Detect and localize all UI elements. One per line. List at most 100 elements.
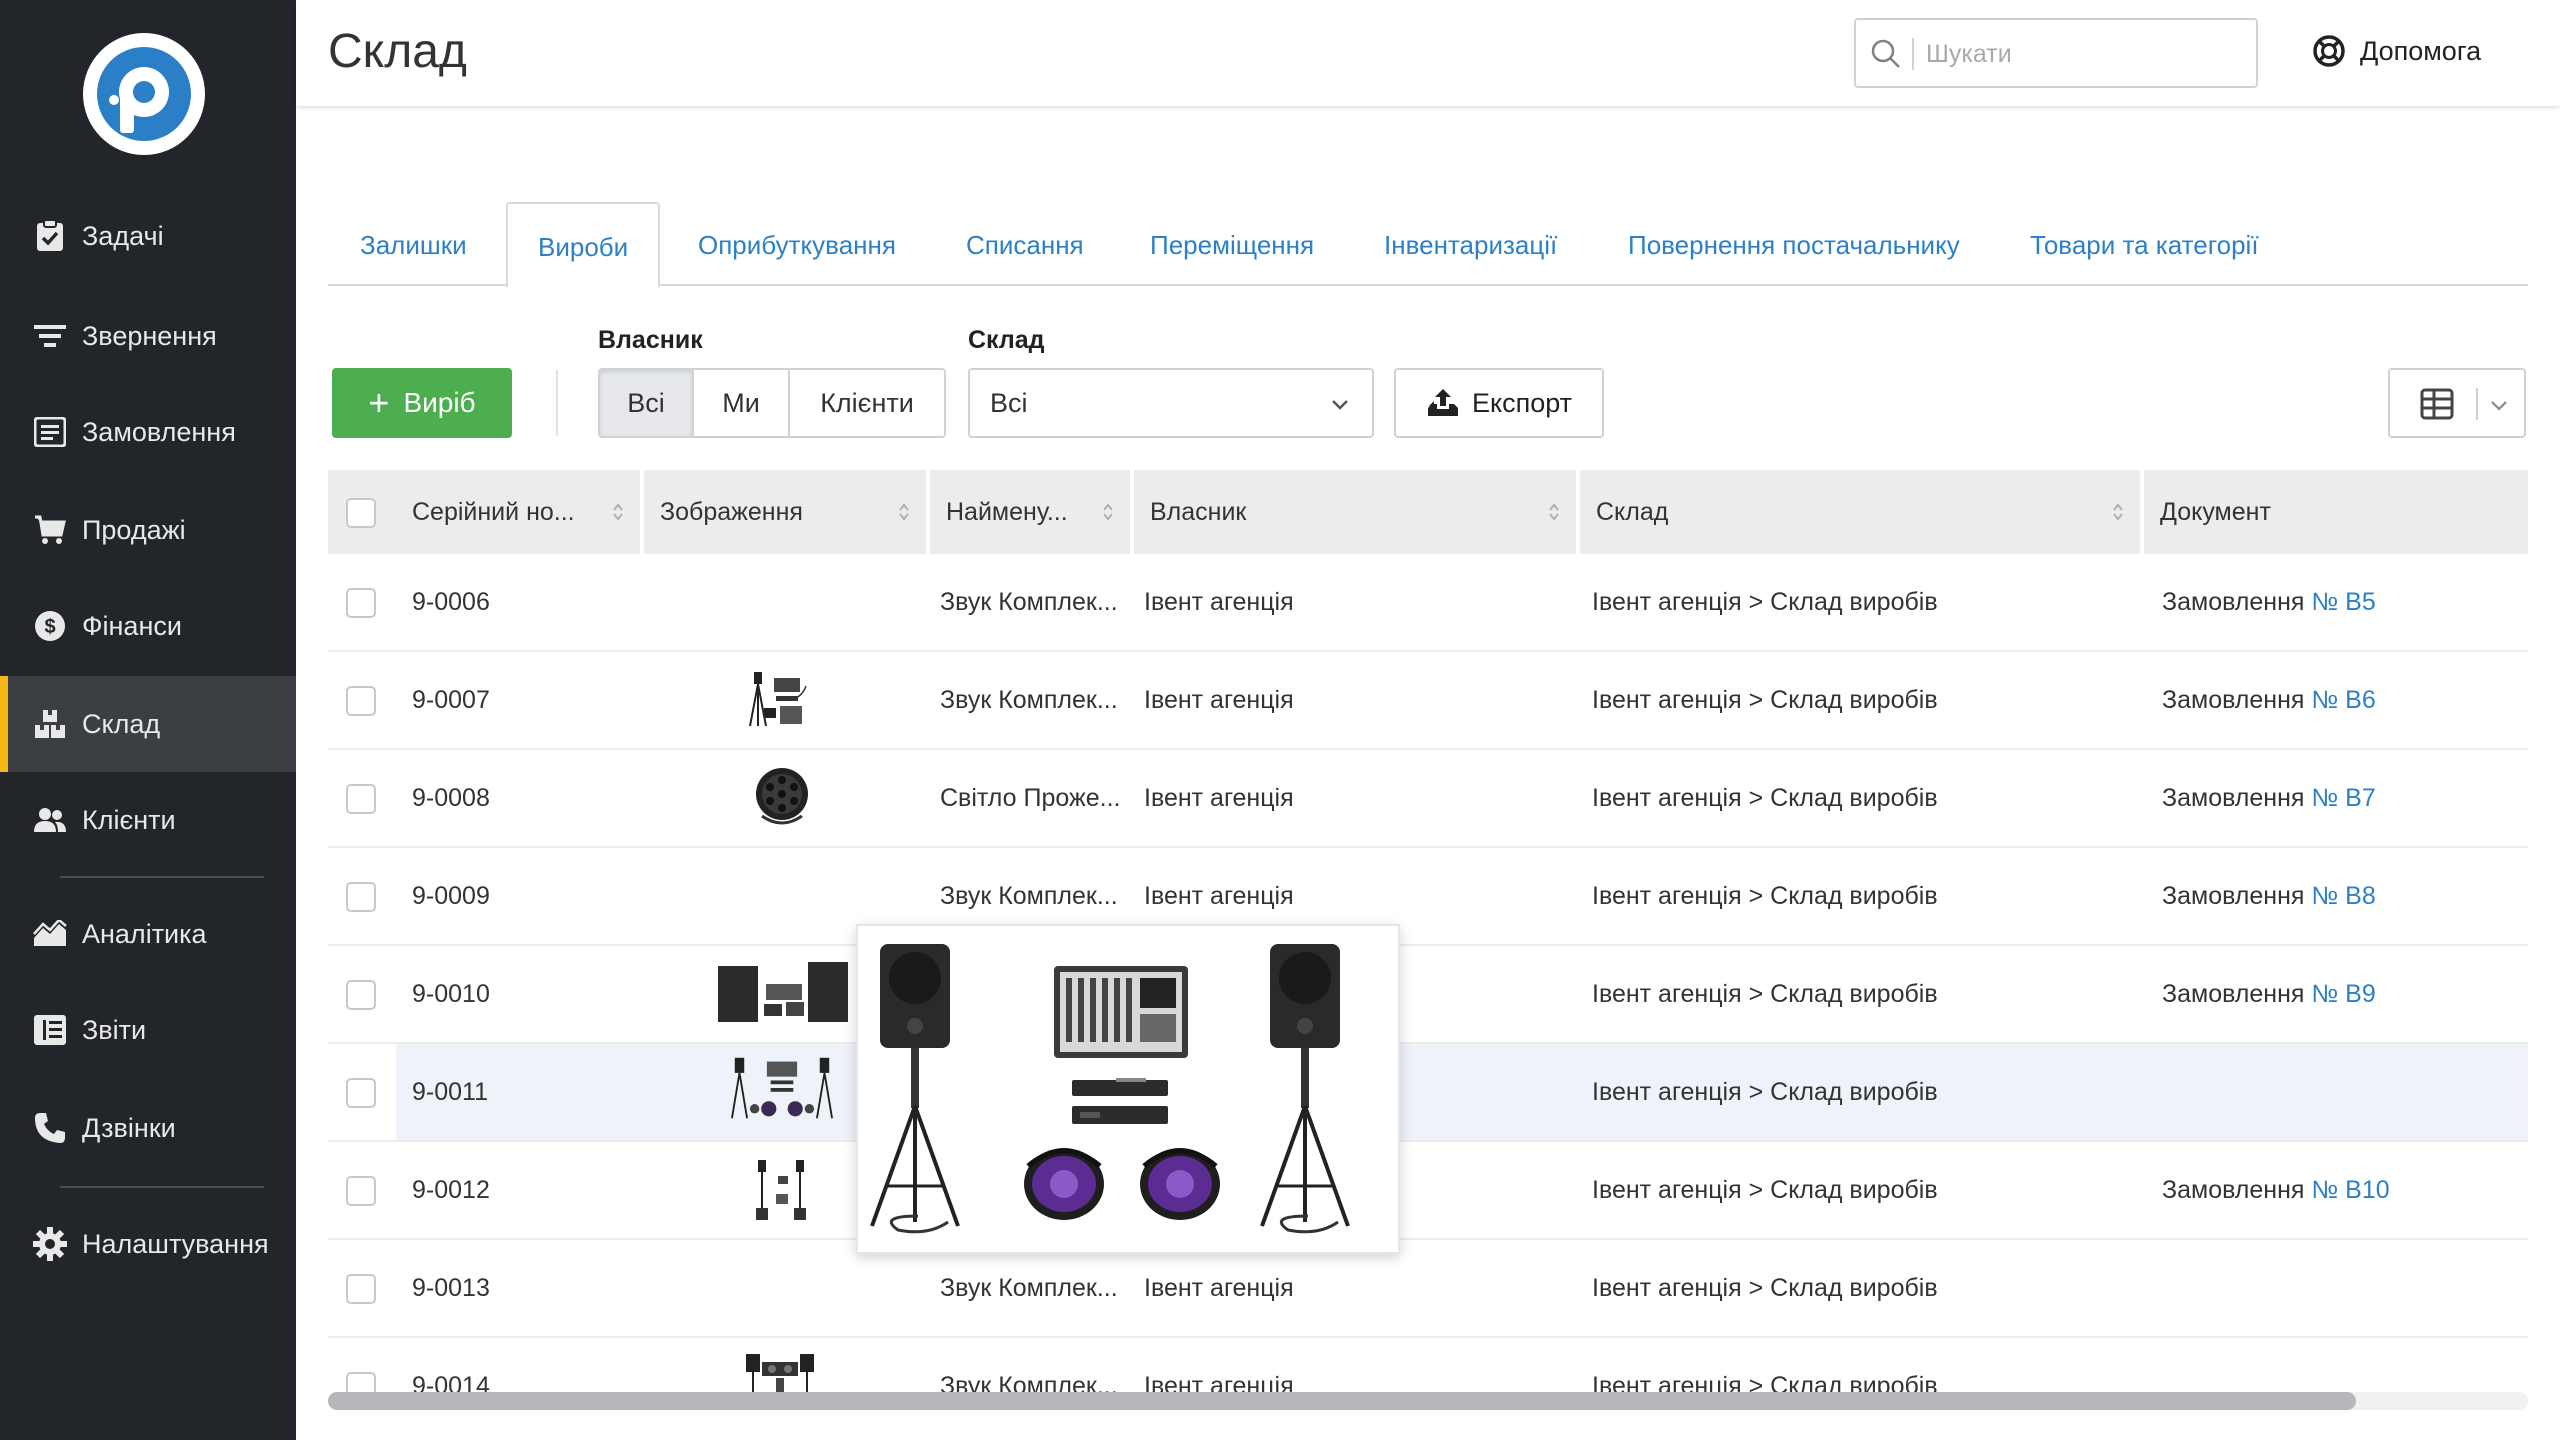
add-item-button[interactable]: + Виріб xyxy=(332,368,512,438)
tab-items[interactable]: Вироби xyxy=(506,202,661,288)
sidebar-item-sales[interactable]: Продажі xyxy=(0,482,296,578)
document-link[interactable]: № B8 xyxy=(2311,882,2375,910)
warehouse-select[interactable]: Всі xyxy=(968,368,1374,438)
table-row[interactable]: 9-0006 Звук Комплек... Івент агенція Іве… xyxy=(328,554,2528,652)
cell-serial: 9-0007 xyxy=(412,686,490,714)
column-settings-button[interactable] xyxy=(2388,368,2526,438)
sidebar-item-reports[interactable]: Звіти xyxy=(0,982,296,1078)
chevron-down-icon xyxy=(1332,400,1348,410)
row-checkbox[interactable] xyxy=(346,784,376,814)
export-button[interactable]: Експорт xyxy=(1394,368,1604,438)
sidebar-item-label: Склад xyxy=(82,708,161,739)
table-row[interactable]: 9-0007 Звук Комплек... Івент агенція Іве… xyxy=(328,652,2528,750)
cell-document: Замовлення № B8 xyxy=(2162,882,2376,910)
owner-option-all[interactable]: Всі xyxy=(600,370,694,436)
document-link[interactable]: № B7 xyxy=(2311,784,2375,812)
cell-owner: Івент агенція xyxy=(1144,1372,1294,1400)
horizontal-scrollbar[interactable] xyxy=(328,1392,2528,1410)
document-link[interactable]: № B10 xyxy=(2311,1176,2389,1204)
export-icon xyxy=(1427,389,1458,416)
tab-stock[interactable]: Залишки xyxy=(360,202,467,286)
sidebar-item-calls[interactable]: Дзвінки xyxy=(0,1080,296,1176)
column-header-warehouse[interactable]: Склад xyxy=(1580,470,2140,554)
cell-serial: 9-0008 xyxy=(412,784,490,812)
spotlight-thumbnail[interactable] xyxy=(752,764,812,832)
cell-owner: Івент агенція xyxy=(1144,588,1294,616)
cell-warehouse: Івент агенція > Склад виробів xyxy=(1592,588,1938,616)
column-header-document[interactable]: Документ xyxy=(2144,470,2528,554)
table-row[interactable]: 9-0008 Світло Проже... Івент агенція Іве… xyxy=(328,750,2528,848)
tab-goods-categories[interactable]: Товари та категорії xyxy=(2030,202,2259,286)
cell-document: Замовлення № B9 xyxy=(2162,980,2376,1008)
table-row[interactable]: 9-0012 Івент агенція > Склад виробів Зам… xyxy=(328,1142,2528,1240)
export-label: Експорт xyxy=(1471,387,1573,418)
document-link[interactable]: № B5 xyxy=(2311,588,2375,616)
sound-kit-thumbnail[interactable] xyxy=(746,666,816,734)
row-checkbox[interactable] xyxy=(346,588,376,618)
table-row[interactable]: 9-0009 Звук Комплек... Івент агенція Іве… xyxy=(328,848,2528,946)
table-row[interactable]: 9-0014 Звук Комплек... Івент агенція Іве… xyxy=(328,1338,2528,1436)
cell-warehouse: Івент агенція > Склад виробів xyxy=(1592,882,1938,910)
sidebar-item-orders[interactable]: Замовлення xyxy=(0,384,296,480)
owner-option-clients[interactable]: Клієнти xyxy=(790,370,944,436)
tab-supplier-returns[interactable]: Повернення постачальнику xyxy=(1628,202,1960,286)
speakers-mixer-thumbnail[interactable] xyxy=(716,958,850,1026)
top-bar: Склад Допомога xyxy=(296,0,2560,106)
cell-warehouse: Івент агенція > Склад виробів xyxy=(1592,1078,1938,1106)
document-link[interactable]: № B6 xyxy=(2311,686,2375,714)
speaker-stands-thumbnail[interactable] xyxy=(752,1156,816,1224)
full-kit-thumbnail[interactable] xyxy=(726,1054,838,1122)
cell-document: Замовлення № B7 xyxy=(2162,784,2376,812)
sidebar-item-label: Клієнти xyxy=(82,804,176,835)
search-input[interactable] xyxy=(1926,30,2246,78)
page-title: Склад xyxy=(328,25,467,78)
cell-document: Замовлення № B5 xyxy=(2162,588,2376,616)
help-link[interactable]: Допомога xyxy=(2312,34,2481,68)
search-icon xyxy=(1871,39,1900,68)
table-row[interactable]: 9-0011 Івент агенція > Склад виробів xyxy=(328,1044,2528,1142)
people-icon xyxy=(32,802,68,838)
row-checkbox[interactable] xyxy=(346,686,376,716)
owner-filter-label: Власник xyxy=(598,326,703,354)
cell-name: Звук Комплек... xyxy=(940,588,1118,616)
table-row[interactable]: 9-0013 Звук Комплек... Івент агенція Іве… xyxy=(328,1240,2528,1338)
cell-warehouse: Івент агенція > Склад виробів xyxy=(1592,1372,1938,1400)
tab-inventories[interactable]: Інвентаризації xyxy=(1384,202,1557,286)
cell-warehouse: Івент агенція > Склад виробів xyxy=(1592,980,1938,1008)
sidebar-item-settings[interactable]: Налаштування xyxy=(0,1196,296,1292)
select-all-checkbox[interactable] xyxy=(346,498,376,528)
cell-warehouse: Івент агенція > Склад виробів xyxy=(1592,784,1938,812)
horizontal-scrollbar-thumb[interactable] xyxy=(328,1392,2356,1410)
sidebar-item-requests[interactable]: Звернення xyxy=(0,288,296,384)
sidebar-item-label: Дзвінки xyxy=(82,1112,176,1143)
sidebar-item-finance[interactable]: $ Фінанси xyxy=(0,578,296,674)
sidebar-item-analytics[interactable]: Аналітика xyxy=(0,886,296,982)
row-checkbox[interactable] xyxy=(346,882,376,912)
column-header-owner[interactable]: Власник xyxy=(1134,470,1576,554)
table-grid-icon xyxy=(2420,388,2454,420)
document-link[interactable]: № B9 xyxy=(2311,980,2375,1008)
sidebar-item-clients[interactable]: Клієнти xyxy=(0,772,296,868)
column-header-name[interactable]: Наймену... xyxy=(930,470,1130,554)
row-checkbox[interactable] xyxy=(346,1274,376,1304)
column-header-serial[interactable]: Серійний но... xyxy=(396,470,640,554)
search-box[interactable] xyxy=(1854,18,2258,88)
sidebar-item-label: Звіти xyxy=(82,1014,147,1045)
gear-icon xyxy=(32,1226,68,1262)
row-checkbox[interactable] xyxy=(346,1078,376,1108)
header-checkbox-cell xyxy=(328,470,396,554)
row-checkbox[interactable] xyxy=(346,1176,376,1206)
app-logo[interactable] xyxy=(83,33,205,155)
tab-receipts[interactable]: Оприбуткування xyxy=(698,202,896,286)
column-header-image[interactable]: Зображення xyxy=(644,470,926,554)
table-row[interactable]: 9-0010 Івент агенція > Склад виробів Зам… xyxy=(328,946,2528,1044)
owner-option-us[interactable]: Ми xyxy=(694,370,790,436)
sidebar-item-label: Аналітика xyxy=(82,918,207,949)
sidebar-item-warehouse[interactable]: Склад xyxy=(0,676,296,772)
tab-transfers[interactable]: Переміщення xyxy=(1150,202,1314,286)
cell-serial: 9-0011 xyxy=(412,1078,488,1106)
sidebar-item-tasks[interactable]: Задачі xyxy=(0,188,296,284)
sort-icon xyxy=(899,503,909,521)
tab-write-offs[interactable]: Списання xyxy=(966,202,1084,286)
row-checkbox[interactable] xyxy=(346,980,376,1010)
